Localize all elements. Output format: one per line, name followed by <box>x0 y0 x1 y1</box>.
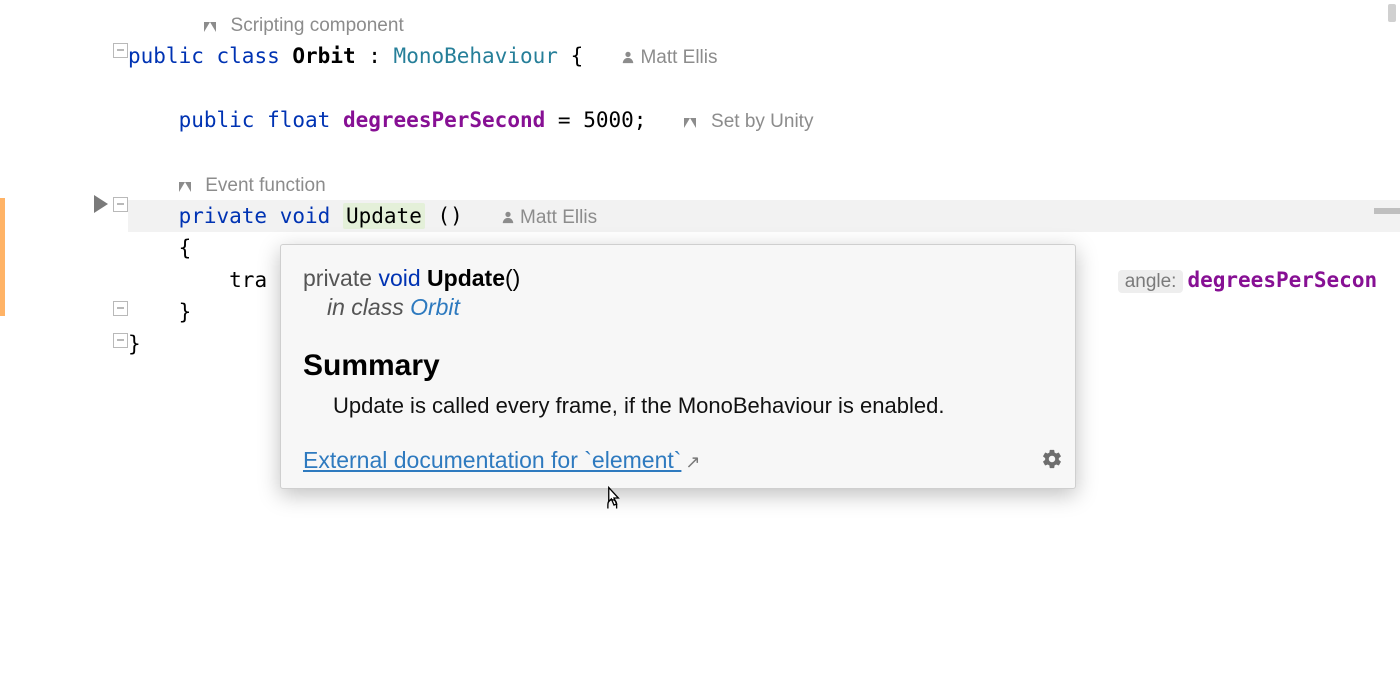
keyword: private <box>179 204 268 228</box>
method-name-highlighted[interactable]: Update <box>343 203 425 229</box>
person-icon <box>501 207 515 228</box>
parameter-hint: angle: <box>1118 270 1184 293</box>
documentation-popup: private void Update() in class Orbit Sum… <box>280 244 1076 489</box>
link-text: External documentation for `element` <box>303 447 681 473</box>
inlay-set-by-unity: Set by Unity <box>711 111 813 132</box>
fold-marker-icon[interactable] <box>113 333 128 348</box>
person-icon <box>621 47 635 68</box>
base-type: MonoBehaviour <box>394 44 558 68</box>
field-ref: degreesPerSecon <box>1187 268 1377 292</box>
fold-marker-icon[interactable] <box>113 43 128 58</box>
run-marker-icon[interactable] <box>94 195 108 213</box>
external-doc-link[interactable]: External documentation for `element` <box>303 447 681 474</box>
scrollbar-marker[interactable] <box>1374 208 1400 214</box>
code-text: { <box>558 44 583 68</box>
unity-icon <box>179 168 193 200</box>
code-text: { <box>179 236 192 260</box>
code-text: } <box>179 300 192 324</box>
class-link[interactable]: Orbit <box>410 294 460 320</box>
keyword: class <box>217 44 280 68</box>
keyword: void <box>280 204 331 228</box>
doc-summary-body: Update is called every frame, if the Mon… <box>333 393 1053 419</box>
field-name: degreesPerSecond <box>343 108 545 132</box>
code-text: : <box>356 44 394 68</box>
keyword: float <box>267 108 330 132</box>
unity-icon <box>684 104 698 136</box>
fold-marker-icon[interactable] <box>113 197 128 212</box>
scrollbar-marker[interactable] <box>1388 4 1396 22</box>
inlay-author: Matt Ellis <box>640 47 717 68</box>
gutter <box>0 8 128 700</box>
keyword: public <box>179 108 255 132</box>
code-text: () <box>425 204 463 228</box>
code-text: tra <box>229 268 267 292</box>
doc-signature: private void Update() <box>303 265 1053 292</box>
class-name: Orbit <box>292 44 355 68</box>
gear-icon[interactable] <box>1041 448 1063 476</box>
sig-return-type: void <box>378 265 420 291</box>
doc-summary-heading: Summary <box>303 349 1053 383</box>
fold-marker-icon[interactable] <box>113 301 128 316</box>
sig-method-name: Update <box>427 265 505 291</box>
inlay-scripting-component: Scripting component <box>231 15 404 36</box>
inlay-author: Matt Ellis <box>520 207 597 228</box>
sig-modifier: private <box>303 265 372 291</box>
sig-parens: () <box>505 265 520 291</box>
unity-icon <box>204 8 218 40</box>
in-class-label: in class <box>327 294 404 320</box>
doc-containing-class: in class Orbit <box>327 294 1053 321</box>
code-text: } <box>128 332 141 356</box>
code-text: = 5000; <box>545 108 646 132</box>
inlay-event-function: Event function <box>205 175 325 196</box>
external-link-icon: ↗ <box>685 452 700 472</box>
keyword: public <box>128 44 204 68</box>
